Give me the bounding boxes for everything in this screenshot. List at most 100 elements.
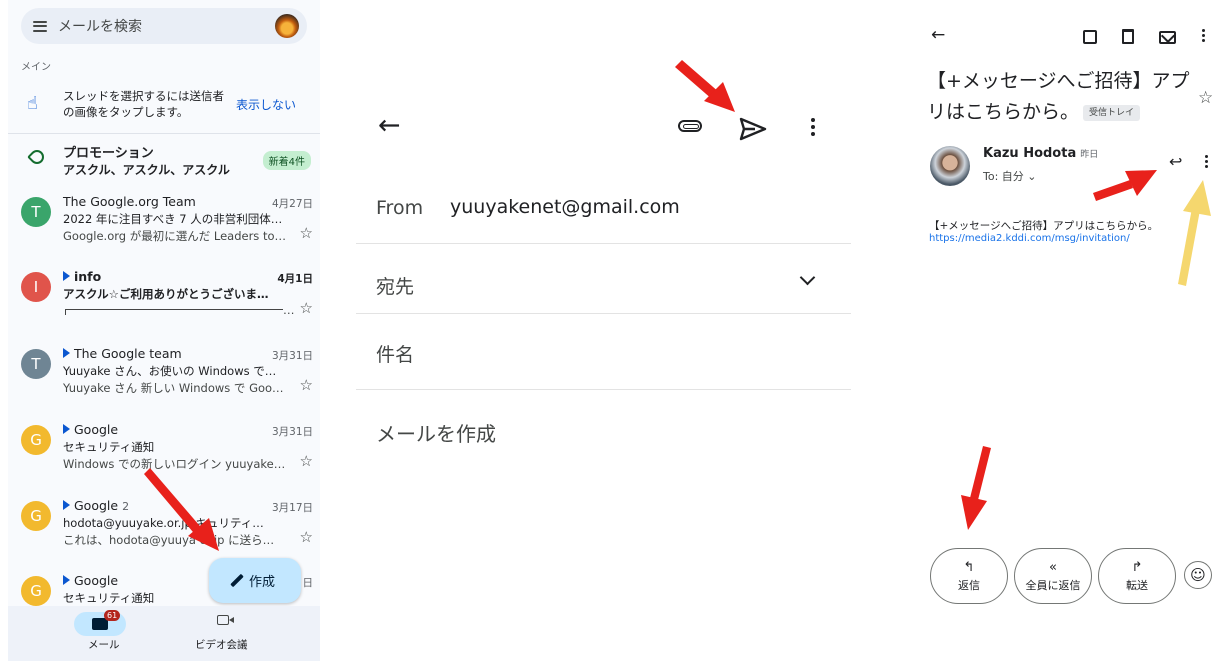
star-icon[interactable]: ☆ [300, 376, 313, 394]
video-camera-icon[interactable] [217, 615, 234, 625]
attachment-icon[interactable] [678, 120, 702, 132]
emoji-reaction-button[interactable]: ☺ [1184, 561, 1212, 589]
star-icon[interactable]: ☆ [300, 528, 313, 546]
message-title: 【+メッセージへご招待】アプリはこちらから。 受信トレイ [927, 66, 1192, 128]
sender-avatar[interactable]: T [21, 197, 51, 227]
star-icon[interactable]: ☆ [300, 452, 313, 470]
nav-mail-button[interactable]: 61 [74, 610, 126, 636]
redaction-line [65, 309, 283, 315]
sender-avatar[interactable]: I [21, 272, 51, 302]
tag-icon [27, 147, 47, 167]
sender-avatar[interactable]: G [21, 576, 51, 606]
mail-sender: Google 2 [63, 498, 129, 513]
mail-snippet: … [283, 303, 295, 317]
star-icon[interactable]: ☆ [1198, 88, 1213, 108]
recipient-line[interactable]: To: 自分 ⌄ [983, 168, 1037, 184]
mail-row[interactable]: T The Google team 3月31日 Yuuyake さん、お使いの Win… [21, 345, 313, 409]
compose-panel: ← From yuuyakenet@gmail.com 宛先 件名 メールを作成 [356, 0, 856, 661]
chevron-down-icon: ⌄ [1027, 170, 1037, 183]
mail-row[interactable]: T The Google.org Team 4月27日 2022 年に注目すべき 7 … [21, 193, 313, 257]
sender-date: 昨日 [1080, 150, 1099, 160]
send-icon[interactable] [739, 117, 767, 141]
compose-label: 作成 [248, 575, 275, 590]
mail-sender-name: The Google team [74, 346, 182, 361]
new-count-badge: 新着4件 [262, 151, 311, 170]
forward-icon: ↱ [1131, 559, 1143, 575]
mail-sender-name: Google [74, 498, 119, 513]
bottom-nav: 61 メール ビデオ会議 [8, 606, 320, 661]
mail-subject: アスクル☆ご利用ありがとうございま… [63, 287, 269, 301]
reply-icon[interactable]: ↩ [1169, 152, 1182, 171]
body-field[interactable]: メールを作成 [376, 418, 496, 447]
sender-name: Kazu Hodota 昨日 [983, 146, 1098, 161]
mail-date: 3月31日 [271, 350, 313, 362]
mail-date: 3月17日 [271, 502, 313, 514]
more-options-icon[interactable] [1202, 29, 1206, 42]
mail-snippet: Windows での新しいログイン yuuyake… [63, 457, 286, 471]
reply-all-label: 全員に返信 [1025, 578, 1081, 592]
mail-subject: Yuuyake さん、お使いの Windows で… [63, 364, 277, 378]
mail-sender: The Google team [63, 346, 182, 361]
more-options-icon[interactable] [811, 118, 815, 136]
search-bar[interactable]: メールを検索 [21, 8, 307, 44]
star-icon[interactable]: ☆ [300, 299, 313, 317]
important-marker-icon [63, 424, 70, 434]
compose-button[interactable]: 作成 [209, 558, 301, 603]
unread-badge: 61 [104, 610, 121, 621]
reply-all-button[interactable]: « 全員に返信 [1014, 548, 1092, 604]
dismiss-tip-button[interactable]: 表示しない [236, 96, 296, 113]
message-body: 【+メッセージへご招待】アプリはこちらから。 [929, 220, 1159, 232]
mail-subject: 2022 年に注目すべき 7 人の非営利団体… [63, 212, 283, 226]
mail-subject: セキュリティ通知 [63, 440, 155, 454]
mail-row[interactable]: G Google 2 3月17日 hodota@yuuyake.or.jp キュリティ…… [21, 497, 313, 561]
menu-icon[interactable] [33, 20, 47, 32]
mail-sender-name: The Google.org Team [63, 194, 196, 209]
mail-row[interactable]: G Google 3月31日セキュリティ通知 Windows での新しいログイン yu… [21, 421, 313, 485]
sender-avatar[interactable]: T [21, 349, 51, 379]
message-panel: ← 【+メッセージへご招待】アプリはこちらから。 受信トレイ ☆ Kazu Hod… [915, 0, 1214, 661]
promotions-senders: アスクル、アスクル、アスクル [63, 163, 230, 177]
chevron-down-icon[interactable] [799, 269, 816, 286]
nav-meet-label[interactable]: ビデオ会議 [195, 637, 248, 652]
to-field[interactable]: 宛先 [376, 272, 414, 299]
promotions-title: プロモーション [63, 146, 154, 161]
mail-date: 3月31日 [271, 426, 313, 438]
from-label: From [376, 197, 424, 219]
mark-unread-icon[interactable] [1159, 31, 1176, 44]
divider [356, 389, 851, 390]
tip-banner: ☝ スレッドを選択するには送信者の画像をタップします。 表示しない [21, 84, 311, 126]
search-placeholder: メールを検索 [58, 19, 142, 35]
from-field[interactable]: yuuyakenet@gmail.com [450, 196, 680, 218]
reply-all-icon: « [1049, 559, 1057, 575]
mail-snippet: Yuuyake さん 新しい Windows で Goo… [63, 381, 284, 395]
promotions-row[interactable]: プロモーション アスクル、アスクル、アスクル 新着4件 [21, 140, 311, 180]
divider [8, 133, 320, 134]
star-icon[interactable]: ☆ [300, 224, 313, 242]
archive-icon[interactable] [1083, 30, 1097, 44]
reply-button[interactable]: ↰ 返信 [930, 548, 1008, 604]
reply-label: 返信 [958, 578, 980, 592]
nav-mail-label: メール [88, 639, 120, 651]
mail-snippet: これは、hodota@yuuya or.jp に送ら… [63, 533, 275, 547]
sender-avatar[interactable]: G [21, 425, 51, 455]
subject-field[interactable]: 件名 [376, 340, 414, 367]
account-avatar[interactable] [275, 14, 299, 38]
mail-date: 日 [302, 577, 314, 589]
hand-tap-icon: ☝ [27, 93, 38, 114]
mail-sender-name: Google [74, 422, 119, 437]
important-marker-icon [63, 500, 70, 510]
invitation-link[interactable]: https://media2.kddi.com/msg/invitation/ [929, 233, 1130, 244]
message-more-icon[interactable] [1205, 155, 1209, 168]
inbox-label-chip[interactable]: 受信トレイ [1083, 105, 1141, 121]
reply-icon: ↰ [963, 559, 975, 575]
forward-button[interactable]: ↱ 転送 [1098, 548, 1176, 604]
sender-avatar[interactable] [930, 146, 970, 186]
recipient-text: To: 自分 [983, 170, 1024, 183]
trash-icon[interactable] [1122, 29, 1134, 44]
back-arrow-icon[interactable]: ← [931, 25, 945, 45]
back-arrow-icon[interactable]: ← [378, 110, 401, 141]
sender-avatar[interactable]: G [21, 501, 51, 531]
mail-row[interactable]: Iinfo 4月1日 アスクル☆ご利用ありがとうございま… … ☆ [21, 268, 313, 332]
mail-sender: Google [63, 422, 118, 437]
thread-count: 2 [122, 500, 130, 513]
